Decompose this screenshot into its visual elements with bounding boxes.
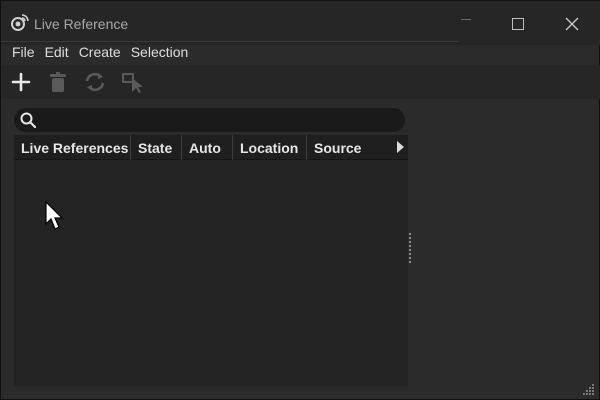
toolbar — [1, 65, 600, 99]
add-icon[interactable] — [7, 69, 35, 95]
expand-columns-arrow-icon[interactable] — [397, 141, 404, 153]
search-input[interactable] — [40, 110, 400, 130]
minimize-button[interactable] — [461, 19, 471, 20]
menu-edit[interactable]: Edit — [40, 42, 74, 64]
mouse-cursor-icon — [45, 201, 64, 230]
table-body[interactable] — [14, 160, 408, 386]
live-reference-icon — [11, 14, 29, 31]
column-location[interactable]: Location — [233, 135, 307, 160]
live-references-table: Live References State Auto Location Sour… — [14, 135, 408, 386]
close-button[interactable] — [563, 15, 581, 33]
column-live-references[interactable]: Live References — [14, 135, 131, 160]
refresh-icon[interactable] — [81, 69, 109, 95]
panel-splitter-handle[interactable] — [408, 233, 412, 263]
trash-icon[interactable] — [44, 69, 72, 95]
menu-file[interactable]: File — [1, 42, 40, 64]
menu-bar: File Edit Create Selection — [1, 42, 193, 64]
menu-selection[interactable]: Selection — [126, 42, 194, 64]
column-source[interactable]: Source — [307, 135, 387, 160]
search-bar[interactable] — [14, 108, 405, 132]
table-header: Live References State Auto Location Sour… — [14, 135, 408, 160]
column-state[interactable]: State — [131, 135, 182, 160]
right-panel — [413, 99, 599, 397]
menu-create[interactable]: Create — [74, 42, 126, 64]
window-title: Live Reference — [34, 16, 129, 32]
column-auto[interactable]: Auto — [182, 135, 233, 160]
title-bar[interactable]: Live Reference — [1, 1, 600, 45]
resize-grip-icon[interactable] — [583, 383, 595, 395]
search-icon — [20, 112, 37, 129]
maximize-button[interactable] — [512, 18, 524, 30]
live-reference-window: Live Reference File Edit Create Selectio… — [0, 0, 600, 400]
pick-reference-icon[interactable] — [119, 69, 147, 95]
